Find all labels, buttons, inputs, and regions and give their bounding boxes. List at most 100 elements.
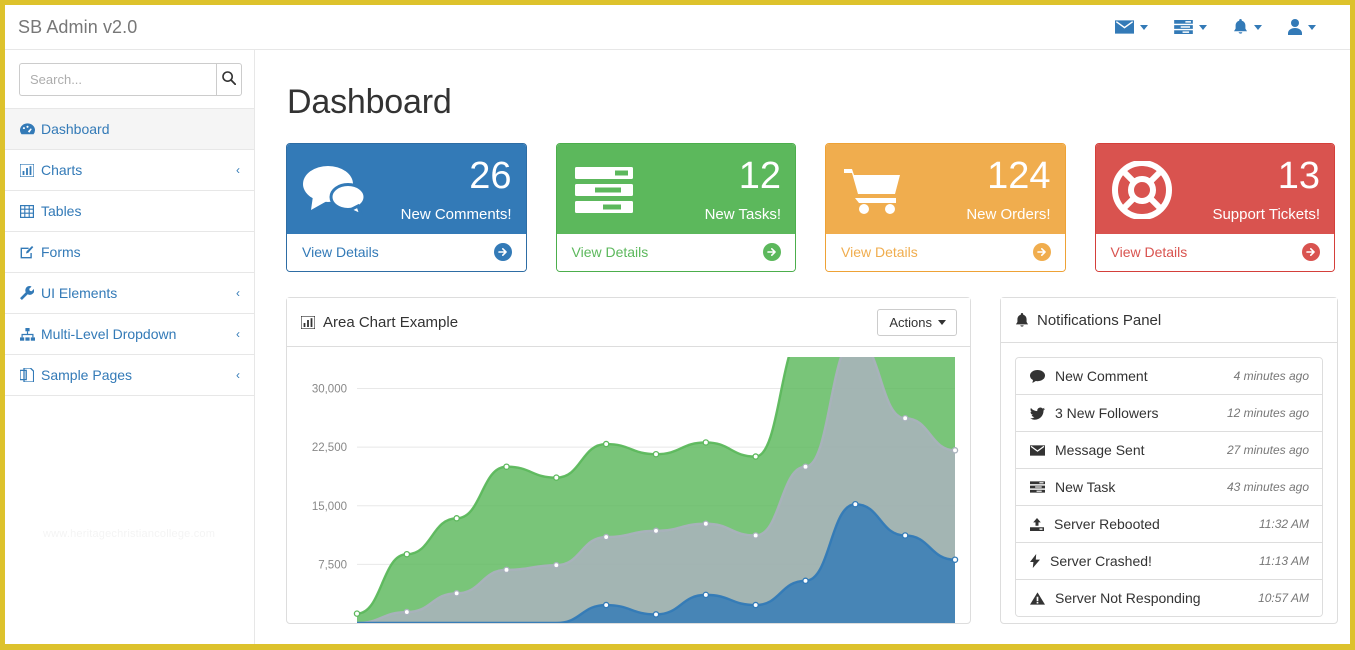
actions-dropdown-button[interactable]: Actions [877, 309, 957, 336]
arrow-circle-right-icon [1032, 243, 1051, 261]
notification-content: Server Crashed! [1030, 553, 1152, 569]
alerts-dropdown[interactable] [1233, 19, 1262, 35]
panel-title-label: Notifications Panel [1037, 312, 1162, 329]
arrow-circle-right-icon [763, 243, 781, 261]
notification-label: New Comment [1055, 368, 1148, 384]
sidebar-item-ui-elements[interactable]: UI Elements ‹ [5, 273, 254, 314]
notification-content: Server Not Responding [1030, 590, 1201, 606]
bell-icon [1233, 19, 1248, 35]
sidebar-item-forms[interactable]: Forms [5, 232, 254, 273]
view-details-label: View Details [302, 244, 379, 260]
stat-card-number: 124 [987, 155, 1051, 197]
warning-icon [1030, 591, 1045, 605]
stat-card-body: 12 New Tasks! [556, 144, 795, 234]
view-details-label: View Details [1110, 244, 1188, 260]
edit-icon [20, 245, 41, 259]
stat-card-tasks[interactable]: 12 New Tasks! View Details [555, 143, 796, 272]
list-item[interactable]: New Task 43 minutes ago [1016, 469, 1322, 506]
panel-header: Area Chart Example Actions [287, 298, 970, 347]
view-details-link[interactable]: View Details [826, 234, 1065, 271]
notification-label: Server Rebooted [1054, 516, 1160, 532]
sidebar: Dashboard Charts ‹ Tables [5, 50, 255, 644]
dashboard-icon [20, 122, 41, 136]
sidebar-item-multi-level-dropdown[interactable]: Multi-Level Dropdown ‹ [5, 314, 254, 355]
svg-text:15,000: 15,000 [312, 501, 347, 513]
notifications-list: New Comment 4 minutes ago 3 New Follower… [1015, 357, 1323, 617]
stat-card-text: New Comments! [400, 206, 512, 223]
stat-card-number: 13 [1277, 155, 1320, 197]
view-details-label: View Details [841, 244, 918, 260]
sidebar-search-area [5, 50, 254, 108]
search-input[interactable] [19, 63, 216, 96]
view-details-link[interactable]: View Details [287, 234, 526, 271]
sidebar-item-label: Multi-Level Dropdown [41, 326, 177, 342]
notifications-panel: Notifications Panel New Comment 4 minute… [1000, 297, 1338, 624]
tasks-icon [1030, 481, 1045, 493]
notification-time: 12 minutes ago [1226, 406, 1309, 420]
chevron-down-icon [1140, 24, 1148, 30]
notification-time: 43 minutes ago [1226, 480, 1309, 494]
search-group [19, 63, 242, 96]
list-item[interactable]: Server Rebooted 11:32 AM [1016, 506, 1322, 543]
stat-card-text: New Orders! [966, 206, 1051, 223]
list-item[interactable]: Server Not Responding 10:57 AM [1016, 580, 1322, 616]
svg-text:22,500: 22,500 [312, 442, 347, 454]
envelope-icon [1115, 20, 1134, 34]
stat-card-values: 12 New Tasks! [635, 157, 781, 223]
messages-dropdown[interactable] [1115, 20, 1148, 34]
arrow-circle-right-icon [1302, 243, 1320, 261]
comments-icon [303, 165, 365, 215]
upload-icon [1030, 517, 1044, 531]
stat-card-values: 124 New Orders! [904, 155, 1051, 223]
sidebar-item-tables[interactable]: Tables [5, 191, 254, 232]
notification-time: 10:57 AM [1258, 591, 1309, 605]
list-item[interactable]: 3 New Followers 12 minutes ago [1016, 395, 1322, 432]
wrench-icon [20, 286, 41, 300]
list-item[interactable]: New Comment 4 minutes ago [1016, 358, 1322, 395]
tasks-dropdown[interactable] [1174, 20, 1207, 34]
sitemap-icon [20, 327, 41, 341]
search-icon [222, 71, 237, 88]
stat-card-support-tickets[interactable]: 13 Support Tickets! View Details [1094, 143, 1335, 272]
sidebar-item-label: Dashboard [41, 121, 110, 137]
files-icon [20, 368, 41, 382]
stat-card-comments[interactable]: 26 New Comments! View Details [286, 143, 527, 272]
chevron-left-icon: ‹ [236, 368, 240, 382]
stat-cards-row: 26 New Comments! View Details 12 New Tas… [286, 143, 1335, 272]
bar-chart-icon [20, 163, 41, 177]
stat-card-values: 26 New Comments! [365, 157, 512, 223]
stat-card-orders[interactable]: 124 New Orders! View Details [825, 143, 1066, 272]
notification-label: New Task [1055, 479, 1116, 495]
stat-card-body: 124 New Orders! [826, 144, 1065, 234]
sidebar-item-sample-pages[interactable]: Sample Pages ‹ [5, 355, 254, 396]
stat-card-body: 26 New Comments! [287, 144, 526, 234]
view-details-link[interactable]: View Details [1095, 234, 1334, 271]
sidebar-item-charts[interactable]: Charts ‹ [5, 150, 254, 191]
panel-title-label: Area Chart Example [323, 314, 459, 331]
panel-title: Notifications Panel [1015, 312, 1161, 329]
sidebar-item-label: Sample Pages [41, 367, 133, 383]
area-chart-panel: Area Chart Example Actions 7,500 15,000 22… [286, 297, 971, 624]
actions-label: Actions [889, 315, 932, 330]
list-item[interactable]: Message Sent 27 minutes ago [1016, 432, 1322, 469]
svg-text:7,500: 7,500 [318, 559, 347, 571]
chevron-down-icon [1254, 24, 1262, 30]
notification-label: 3 New Followers [1055, 405, 1159, 421]
brand-title[interactable]: SB Admin v2.0 [18, 17, 137, 38]
tasks-icon [573, 165, 635, 215]
sidebar-item-label: Tables [41, 203, 82, 219]
list-item[interactable]: Server Crashed! 11:13 AM [1016, 543, 1322, 580]
view-details-link[interactable]: View Details [556, 234, 795, 271]
bar-chart-icon [301, 316, 315, 329]
notification-label: Message Sent [1055, 442, 1145, 458]
sidebar-item-label: Charts [41, 162, 83, 178]
user-dropdown[interactable] [1288, 19, 1316, 35]
search-button[interactable] [216, 63, 242, 96]
area-chart[interactable]: 7,500 15,000 22,500 30,000 [299, 357, 959, 623]
arrow-circle-right-icon [493, 243, 512, 261]
chevron-down-icon [1199, 24, 1207, 30]
panels-row: Area Chart Example Actions 7,500 15,000 22… [286, 297, 1338, 624]
sidebar-item-dashboard[interactable]: Dashboard [5, 109, 254, 150]
stat-card-text: Support Tickets! [1212, 206, 1320, 223]
notification-content: New Task [1030, 479, 1115, 495]
